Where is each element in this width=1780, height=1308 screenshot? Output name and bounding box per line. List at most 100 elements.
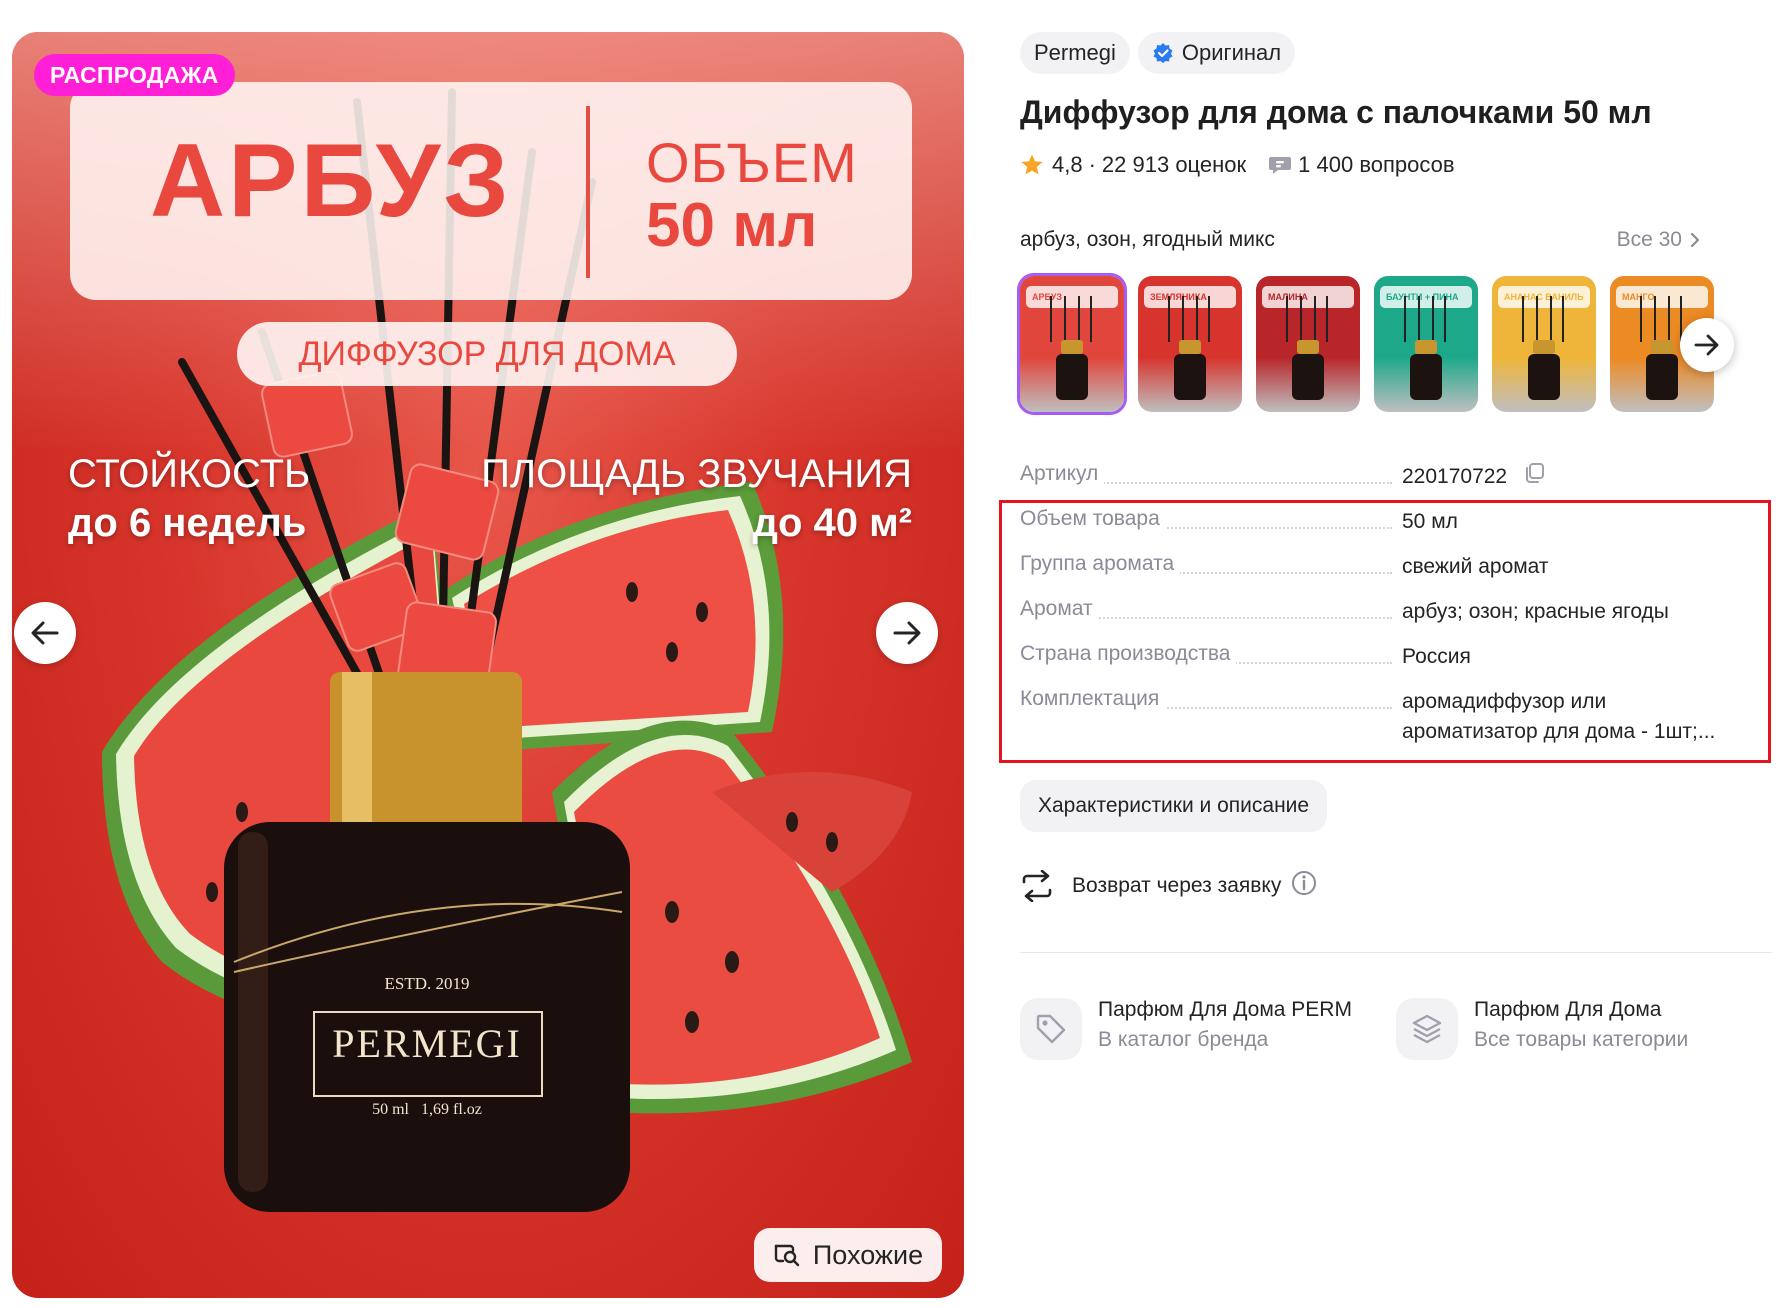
reed-stick [1314,296,1316,342]
variant-thumbnail-label: МАЛИНА [1262,286,1354,308]
thumbnails-next-button[interactable] [1680,318,1734,372]
bottle-cap [1061,340,1083,354]
bottle-cap [1415,340,1437,354]
highlight-box [999,500,1771,763]
reed-stick [1654,296,1656,342]
banner-volume-label: ОБЪЕМ [646,131,858,194]
reed-stick [1300,296,1302,342]
return-label: Возврат через заявку [1072,874,1282,897]
feature-durability-label: СТОЙКОСТЬ [68,452,311,496]
variant-thumbnail[interactable]: АНАНАС ВАНИЛЬ [1492,276,1596,412]
feature-durability: СТОЙКОСТЬ до 6 недель [68,452,310,546]
reed-stick [1418,296,1420,342]
return-arrows-icon [1022,870,1052,902]
rating-row: 4,8 · 22 913 оценок 1 400 вопросов [1020,152,1455,178]
reed-stick [1404,296,1406,342]
variant-thumbnail-label: АНАНАС ВАНИЛЬ [1498,286,1590,308]
brand-chip-label: Permegi [1034,40,1116,65]
reed-stick [1432,296,1434,342]
image-subtitle-pill: ДИФФУЗОР ДЛЯ ДОМА [237,322,737,386]
reed-stick [1078,296,1080,342]
reed-stick [1182,296,1184,342]
brand-catalog-link[interactable]: Парфюм Для Дома PERM В каталог бренда [1020,998,1368,1060]
article-number: 220170722 [1402,465,1508,489]
reed-stick [1522,296,1524,342]
variant-thumbnail-label: БАУНТИ + ПИНА КОЛАДА [1380,286,1472,324]
rating-separator: · [1088,152,1096,177]
category-link-subtitle: Все товары категории [1474,1028,1689,1051]
brand-chip[interactable]: Permegi [1020,32,1130,74]
questions-icon [1269,157,1292,174]
questions-link[interactable]: 1 400 вопросов [1268,152,1455,178]
brand-link-subtitle: В каталог бренда [1098,1028,1269,1051]
arrow-left-icon [31,621,59,645]
spec-label: Артикул [1020,462,1105,486]
original-chip-label: Оригинал [1181,40,1282,65]
original-chip[interactable]: Оригинал [1137,32,1296,74]
product-image[interactable]: РАСПРОДАЖА АРБУЗ ОБЪЕМ 50 мл ДИФФУЗОР ДЛ… [12,32,964,1298]
bottle-cap [1651,340,1673,354]
product-title: Диффузор для дома с палочками 50 мл [1020,94,1652,130]
image-next-button[interactable] [876,602,938,664]
rating-value: 4,8 [1052,152,1083,177]
variant-thumbnail-label: МАНГО [1616,286,1708,308]
bottle-label: ESTD. 2019 PERMEGI 50 ml 1,69 fl.oz [224,974,630,1119]
selected-variant-label: арбуз, озон, ягодный микс [1020,228,1275,251]
reed-stick [1064,296,1066,342]
brand-chips: Permegi Оригинал [1020,32,1296,74]
feature-durability-value: до 6 недель [68,501,307,545]
variant-thumbnail[interactable]: ЗЕМЛЯНИКА [1138,276,1242,412]
sale-badge: РАСПРОДАЖА [34,54,235,96]
reed-stick [1208,296,1210,342]
feature-coverage: ПЛОЩАДЬ ЗВУЧАНИЯ до 40 м² [481,452,912,546]
copy-article-button[interactable] [1523,462,1545,493]
return-policy: Возврат через заявку [1020,870,1317,902]
reed-stick [1050,296,1052,342]
bottle [1174,354,1206,400]
bottle-brand: PERMEGI [332,1021,522,1066]
reviews-link[interactable]: 22 913 оценок [1102,152,1246,178]
info-icon-button[interactable] [1291,870,1317,902]
image-banner: АРБУЗ ОБЪЕМ 50 мл [70,82,912,300]
variant-thumbnail-label: ЗЕМЛЯНИКА [1144,286,1236,308]
reed-stick [1536,296,1538,342]
tag-icon [1036,1014,1066,1044]
similar-icon [774,1244,800,1267]
chevron-right-icon [1690,232,1700,248]
reed-stick [1168,296,1170,342]
bottle-cap [1297,340,1319,354]
variant-thumbnail-label: АРБУЗ [1026,286,1118,308]
feature-coverage-value: до 40 м² [752,501,912,545]
tag-icon-tile [1020,998,1082,1060]
variant-thumbnail[interactable]: АРБУЗ [1017,273,1127,415]
variant-thumbnail[interactable]: БАУНТИ + ПИНА КОЛАДА [1374,276,1478,412]
brand-link-text: Парфюм Для Дома PERM В каталог бренда [1098,998,1368,1060]
reed-stick [1090,296,1092,342]
layers-icon-tile [1396,998,1458,1060]
image-prev-button[interactable] [14,602,76,664]
arrow-right-icon [1694,334,1719,356]
similar-button-label: Похожие [812,1239,924,1270]
bottle-cap [1533,340,1555,354]
bottle [1410,354,1442,400]
reed-stick [1286,296,1288,342]
reed-stick [1668,296,1670,342]
category-link[interactable]: Парфюм Для Дома Все товары категории [1396,998,1688,1060]
reed-stick [1562,296,1564,342]
category-link-text: Парфюм Для Дома Все товары категории [1474,998,1688,1060]
variant-header: арбуз, озон, ягодный микс Все 30 [1020,228,1700,252]
specs-description-button[interactable]: Характеристики и описание [1020,780,1328,832]
verified-icon [1153,43,1173,63]
bottle [1292,354,1324,400]
section-divider [1020,952,1772,953]
reed-stick [1196,296,1198,342]
reed-stick [1444,296,1446,342]
category-link-title: Парфюм Для Дома [1474,998,1662,1021]
bottle [1528,354,1560,400]
similar-button[interactable]: Похожие [754,1228,942,1282]
all-variants-link[interactable]: Все 30 [1617,228,1700,252]
reed-stick [1640,296,1642,342]
banner-divider [586,106,590,278]
variant-thumbnail[interactable]: МАЛИНА [1256,276,1360,412]
bottle [1056,354,1088,400]
